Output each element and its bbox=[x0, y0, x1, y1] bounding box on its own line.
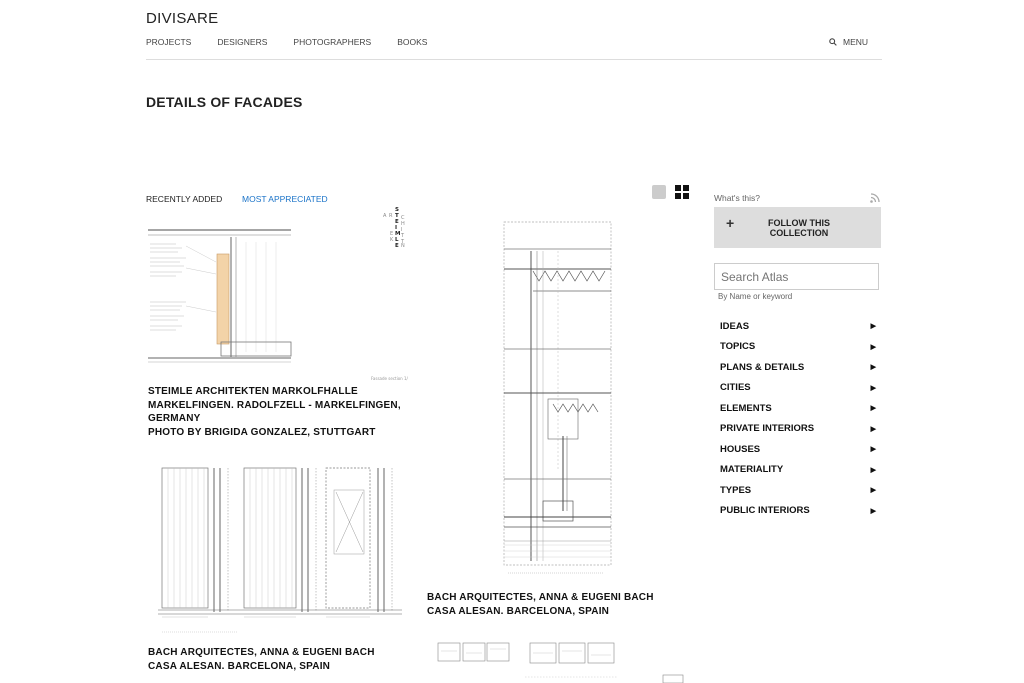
svg-text:N: N bbox=[401, 243, 405, 247]
card-image-bach-elevations[interactable] bbox=[158, 462, 402, 640]
page-title: DETAILS OF FACADES bbox=[146, 94, 303, 110]
svg-text:A: A bbox=[383, 213, 387, 219]
nav-projects[interactable]: PROJECTS bbox=[146, 37, 191, 47]
svg-text:R: R bbox=[389, 213, 393, 219]
category-cities[interactable]: CITIES ▶ bbox=[720, 378, 876, 399]
whats-this-link[interactable]: What's this? bbox=[714, 193, 760, 203]
card-title-steimle[interactable]: STEIMLE ARCHITEKTEN MARKOLFHALLE MARKELF… bbox=[148, 385, 418, 439]
menu-button[interactable]: MENU bbox=[829, 37, 868, 47]
card-title-bach-2[interactable]: BACH ARQUITECTES, ANNA & EUGENI BACH CAS… bbox=[148, 646, 418, 673]
header-divider bbox=[146, 59, 882, 60]
chevron-right-icon: ▶ bbox=[870, 466, 876, 474]
category-list: IDEAS ▶ TOPICS ▶ PLANS & DETAILS ▶ CITIES ▶ … bbox=[720, 316, 876, 521]
sort-most-appreciated[interactable]: MOST APPRECIATED bbox=[242, 194, 328, 204]
card-image-steimle[interactable]: Fassade section 1/75 A ST bbox=[146, 222, 408, 384]
chevron-right-icon: ▶ bbox=[870, 323, 876, 331]
nav-designers[interactable]: DESIGNERS bbox=[217, 37, 267, 47]
follow-label: FOLLOW THIS COLLECTION bbox=[768, 218, 830, 238]
chevron-right-icon: ▶ bbox=[870, 343, 876, 351]
steimle-logo-mark: STEIMLE A R CHITEK TN bbox=[383, 207, 405, 247]
card-image-next[interactable] bbox=[437, 641, 687, 683]
sort-recently-added[interactable]: RECENTLY ADDED bbox=[146, 194, 222, 204]
site-logo[interactable]: DIVISARE bbox=[146, 10, 218, 27]
search-atlas-input[interactable] bbox=[714, 263, 879, 290]
svg-text:Fassade section 1/75: Fassade section 1/75 bbox=[371, 376, 408, 381]
search-hint: By Name or keyword bbox=[718, 292, 793, 301]
chevron-right-icon: ▶ bbox=[870, 425, 876, 433]
chevron-right-icon: ▶ bbox=[870, 405, 876, 413]
chevron-right-icon: ▶ bbox=[870, 384, 876, 392]
card-title-bach-1[interactable]: BACH ARQUITECTES, ANNA & EUGENI BACH CAS… bbox=[427, 591, 697, 618]
grid-view-toggle[interactable] bbox=[675, 185, 689, 199]
category-topics[interactable]: TOPICS ▶ bbox=[720, 337, 876, 358]
svg-text:E: E bbox=[395, 243, 399, 247]
category-elements[interactable]: ELEMENTS ▶ bbox=[720, 398, 876, 419]
category-plans-details[interactable]: PLANS & DETAILS ▶ bbox=[720, 357, 876, 378]
chevron-right-icon: ▶ bbox=[870, 487, 876, 495]
chevron-right-icon: ▶ bbox=[870, 507, 876, 515]
rss-icon[interactable] bbox=[870, 193, 880, 203]
main-nav: PROJECTS DESIGNERS PHOTOGRAPHERS BOOKS bbox=[146, 37, 453, 47]
category-private-interiors[interactable]: PRIVATE INTERIORS ▶ bbox=[720, 419, 876, 440]
card-image-bach-section[interactable] bbox=[503, 221, 613, 579]
list-view-toggle[interactable] bbox=[652, 185, 666, 199]
menu-label: MENU bbox=[843, 37, 869, 47]
category-materiality[interactable]: MATERIALITY ▶ bbox=[720, 460, 876, 481]
follow-collection-button[interactable]: + FOLLOW THIS COLLECTION bbox=[714, 207, 881, 248]
category-houses[interactable]: HOUSES ▶ bbox=[720, 439, 876, 460]
category-ideas[interactable]: IDEAS ▶ bbox=[720, 316, 876, 337]
nav-books[interactable]: BOOKS bbox=[397, 37, 427, 47]
nav-photographers[interactable]: PHOTOGRAPHERS bbox=[293, 37, 371, 47]
chevron-right-icon: ▶ bbox=[870, 364, 876, 372]
chevron-right-icon: ▶ bbox=[870, 446, 876, 454]
search-icon[interactable] bbox=[829, 38, 837, 46]
svg-text:K: K bbox=[390, 237, 394, 243]
category-types[interactable]: TYPES ▶ bbox=[720, 480, 876, 501]
plus-icon: + bbox=[726, 215, 735, 231]
category-public-interiors[interactable]: PUBLIC INTERIORS ▶ bbox=[720, 501, 876, 522]
